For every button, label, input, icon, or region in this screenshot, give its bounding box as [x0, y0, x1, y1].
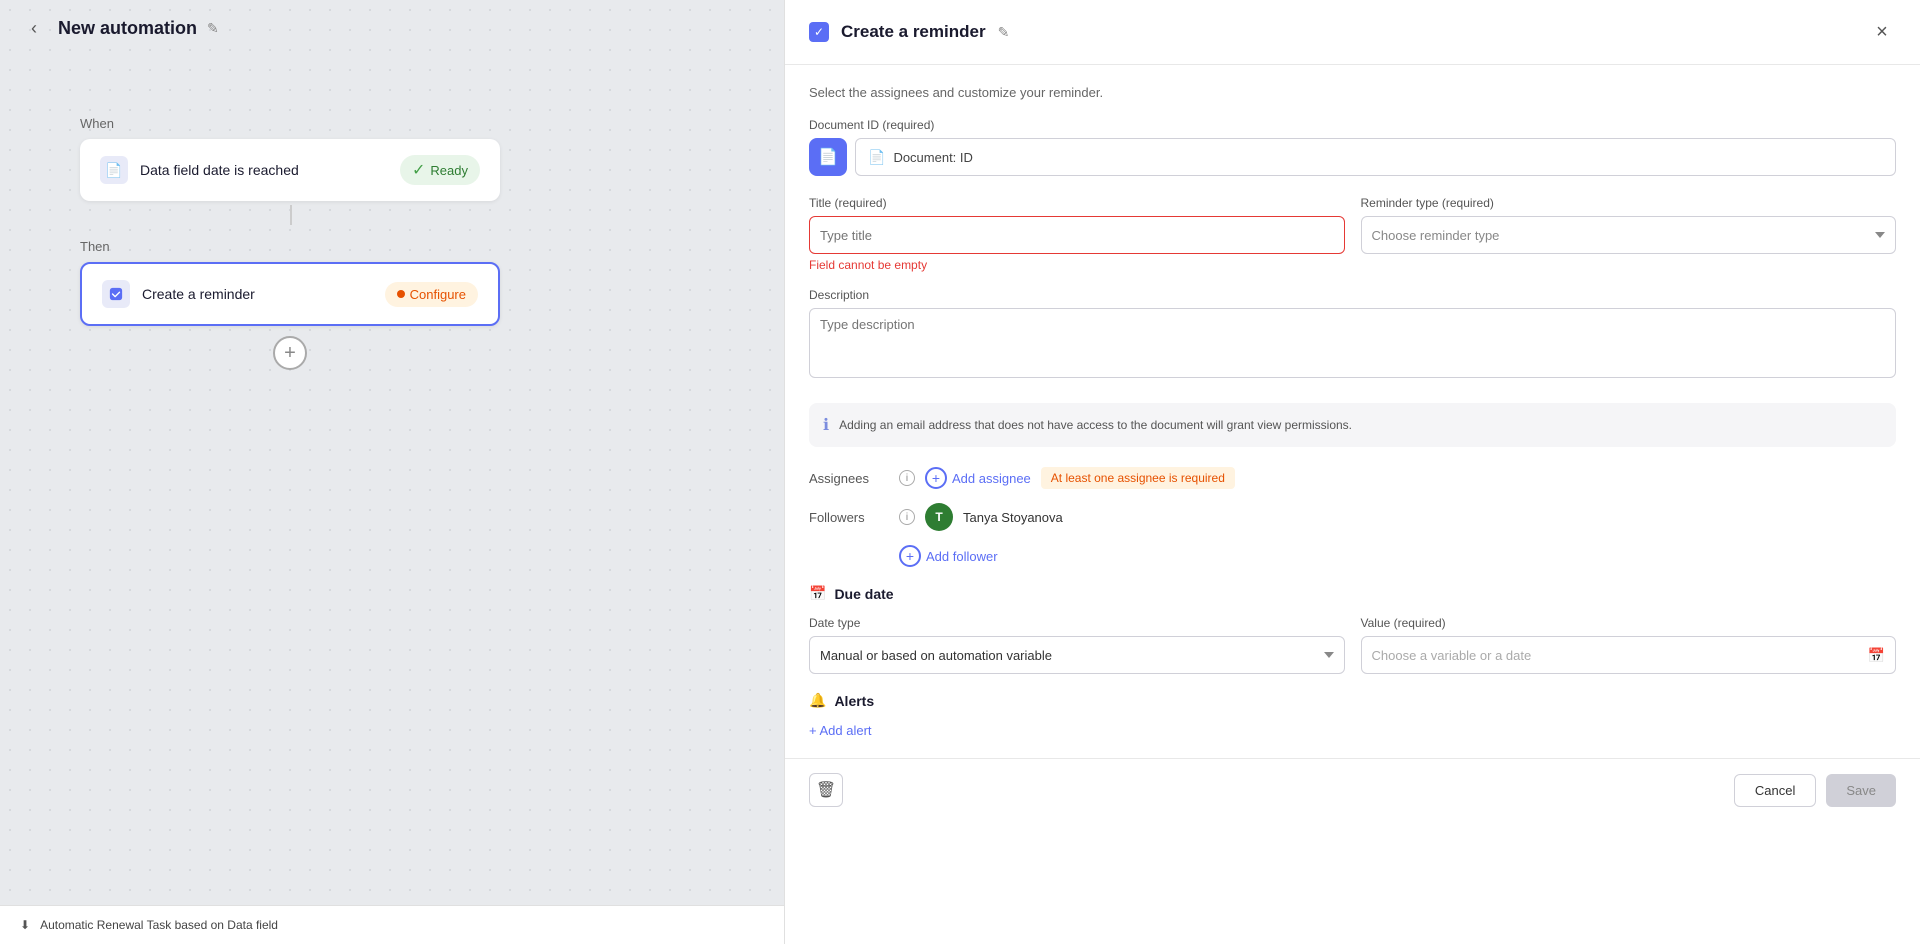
then-label: Then — [80, 239, 704, 254]
trigger-status-label: Ready — [430, 163, 468, 178]
info-banner-text: Adding an email address that does not ha… — [839, 418, 1352, 432]
config-panel: ✓ Create a reminder ✎ × Select the assig… — [784, 0, 1920, 944]
footer-actions: Cancel Save — [1734, 774, 1896, 807]
checkbox-check-icon: ✓ — [814, 25, 824, 39]
assignees-label: Assignees — [809, 471, 889, 486]
follower-avatar-initials: T — [935, 510, 942, 524]
document-id-label: Document ID (required) — [809, 118, 1896, 132]
panel-title: Create a reminder — [841, 22, 986, 42]
back-button[interactable]: ‹ — [20, 14, 48, 42]
delete-icon: 🗑 — [816, 780, 836, 800]
document-id-field[interactable]: 📄 Document: ID — [855, 138, 1896, 176]
delete-button[interactable]: 🗑 — [809, 773, 843, 807]
automation-canvas: ‹ New automation ✎ When 📄 Data field dat… — [0, 0, 784, 944]
followers-label: Followers — [809, 510, 889, 525]
info-banner: ℹ Adding an email address that does not … — [809, 403, 1896, 447]
title-remindertype-row: Title (required) Field cannot be empty R… — [809, 196, 1896, 272]
value-field-col: Value (required) Choose a variable or a … — [1361, 616, 1897, 674]
alerts-section: 🔔 Alerts + Add alert — [809, 692, 1896, 738]
date-type-label: Date type — [809, 616, 1345, 630]
reminder-type-select[interactable]: Choose reminder type — [1361, 216, 1897, 254]
when-label: When — [80, 116, 704, 131]
alerts-divider: 🔔 Alerts — [809, 692, 1896, 709]
action-status-label: Configure — [410, 287, 466, 302]
title-field-col: Title (required) Field cannot be empty — [809, 196, 1345, 272]
assignee-warning-badge: At least one assignee is required — [1041, 467, 1235, 489]
document-id-value: Document: ID — [893, 150, 972, 165]
close-icon: × — [1876, 21, 1888, 44]
title-field-label: Title (required) — [809, 196, 1345, 210]
save-button[interactable]: Save — [1826, 774, 1896, 807]
description-section: Description — [809, 288, 1896, 383]
title-input[interactable] — [809, 216, 1345, 254]
assignees-info-icon[interactable]: i — [899, 470, 915, 486]
action-card[interactable]: Create a reminder Configure — [80, 262, 500, 326]
date-type-row: Date type Manual or based on automation … — [809, 616, 1896, 674]
followers-row: Followers i T Tanya Stoyanova — [809, 503, 1896, 531]
save-label: Save — [1846, 783, 1876, 798]
bottom-bar: ⬇ Automatic Renewal Task based on Data f… — [0, 905, 784, 944]
reminder-type-col: Reminder type (required) Choose reminder… — [1361, 196, 1897, 272]
follower-avatar: T — [925, 503, 953, 531]
panel-footer: 🗑 Cancel Save — [785, 758, 1920, 821]
alerts-label: Alerts — [834, 693, 874, 709]
trigger-card-title: Data field date is reached — [140, 162, 299, 178]
cancel-button[interactable]: Cancel — [1734, 774, 1816, 807]
panel-subtitle: Select the assignees and customize your … — [809, 85, 1896, 100]
add-assignee-label: Add assignee — [952, 471, 1031, 486]
add-alert-label: + Add alert — [809, 723, 872, 738]
date-type-col: Date type Manual or based on automation … — [809, 616, 1345, 674]
add-follower-plus-icon: + — [899, 545, 921, 567]
value-placeholder: Choose a variable or a date — [1372, 648, 1532, 663]
due-date-divider: 📅 Due date — [809, 585, 1896, 602]
action-card-icon — [102, 280, 130, 308]
panel-header: ✓ Create a reminder ✎ × — [785, 0, 1920, 65]
edit-title-icon[interactable]: ✎ — [207, 20, 219, 37]
panel-checkbox[interactable]: ✓ — [809, 22, 829, 42]
add-follower-label: Add follower — [926, 549, 998, 564]
alerts-bell-icon: 🔔 — [809, 692, 826, 709]
trigger-status-badge: ✓ Ready — [400, 155, 480, 185]
action-status-badge: Configure — [385, 282, 478, 307]
followers-info-icon[interactable]: i — [899, 509, 915, 525]
value-field-label: Value (required) — [1361, 616, 1897, 630]
add-alert-button[interactable]: + Add alert — [809, 723, 1896, 738]
value-date-field[interactable]: Choose a variable or a date 📅 — [1361, 636, 1897, 674]
document-id-icon-button[interactable]: 📄 — [809, 138, 847, 176]
assignees-row: Assignees i + Add assignee At least one … — [809, 467, 1896, 489]
ready-check-icon: ✓ — [412, 160, 425, 180]
title-error-message: Field cannot be empty — [809, 258, 1345, 272]
info-circle-icon: ℹ — [823, 415, 829, 435]
add-step-button[interactable]: + — [273, 336, 307, 370]
add-follower-button[interactable]: + Add follower — [899, 545, 1896, 567]
trigger-card-icon: 📄 — [100, 156, 128, 184]
bottom-bar-text: Automatic Renewal Task based on Data fie… — [40, 918, 278, 932]
page-title: New automation — [58, 18, 197, 39]
due-date-label: Due date — [834, 586, 893, 602]
description-textarea[interactable] — [809, 308, 1896, 378]
action-card-title: Create a reminder — [142, 286, 255, 302]
close-button[interactable]: × — [1868, 18, 1896, 46]
follower-name: Tanya Stoyanova — [963, 510, 1063, 525]
connector — [290, 205, 704, 225]
configure-dot-icon — [397, 290, 405, 298]
calendar-icon: 📅 — [1868, 647, 1885, 664]
date-type-select[interactable]: Manual or based on automation variable — [809, 636, 1345, 674]
document-inner-icon: 📄 — [868, 149, 885, 166]
cancel-label: Cancel — [1755, 783, 1795, 798]
document-blue-icon: 📄 — [818, 147, 838, 167]
due-date-icon: 📅 — [809, 585, 826, 602]
trigger-card[interactable]: 📄 Data field date is reached ✓ Ready — [80, 139, 500, 201]
bottom-bar-icon: ⬇ — [20, 918, 30, 932]
reminder-type-label: Reminder type (required) — [1361, 196, 1897, 210]
add-assignee-button[interactable]: + Add assignee — [925, 467, 1031, 489]
document-id-section: Document ID (required) 📄 📄 Document: ID — [809, 118, 1896, 176]
description-label: Description — [809, 288, 1896, 302]
panel-edit-icon[interactable]: ✎ — [998, 24, 1010, 41]
plus-circle-icon: + — [925, 467, 947, 489]
